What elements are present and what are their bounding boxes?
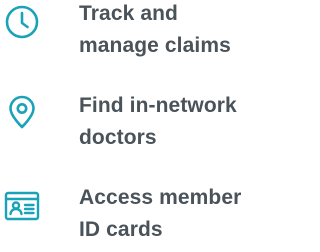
feature-label-line: doctors	[79, 126, 157, 149]
location-pin-icon	[4, 94, 40, 130]
id-card-icon	[4, 188, 40, 224]
clock-icon	[4, 4, 40, 40]
feature-list: Track and manage claims Find in-network …	[0, 0, 290, 252]
feature-label-doctors: Find in-network doctors	[79, 90, 289, 154]
feature-label-line: manage claims	[79, 34, 231, 57]
feature-label-line: Find in-network	[79, 94, 237, 117]
feature-item-claims: Track and manage claims	[0, 0, 290, 80]
feature-label-claims: Track and manage claims	[79, 0, 289, 62]
feature-label-line: Track and	[79, 2, 178, 25]
feature-label-id-cards: Access member ID cards	[79, 182, 289, 246]
feature-item-doctors: Find in-network doctors	[0, 92, 290, 162]
feature-item-id-cards: Access member ID cards	[0, 184, 290, 252]
feature-label-line: ID cards	[79, 218, 163, 241]
feature-label-line: Access member	[79, 186, 242, 209]
